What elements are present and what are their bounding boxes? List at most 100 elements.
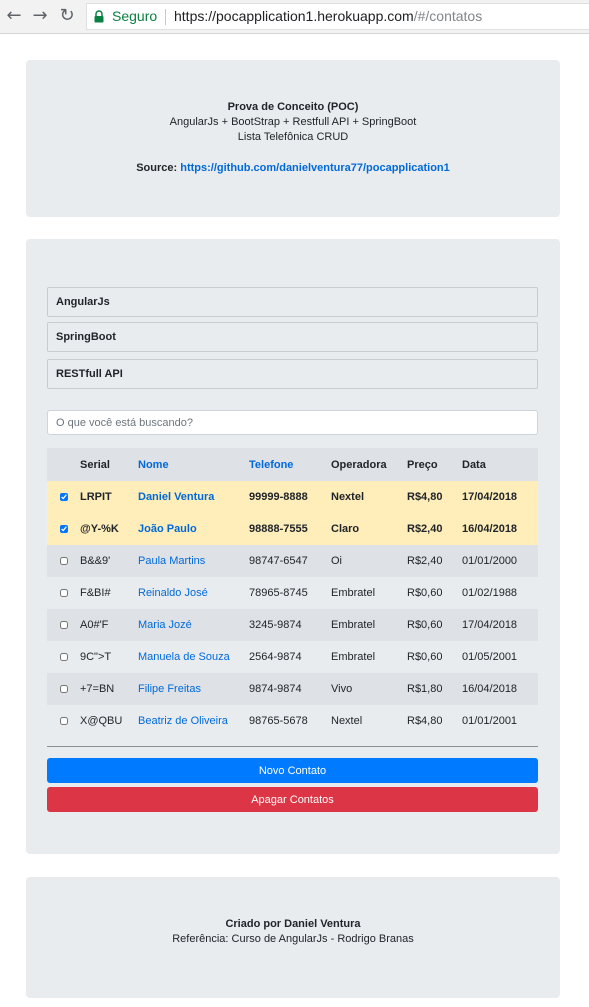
cell-phone: 78965-8745 <box>249 577 331 609</box>
table-row[interactable]: 9C">T Manuela de Souza 2564-9874 Embratel R$… <box>47 641 538 673</box>
accordion-angularjs[interactable]: AngularJs <box>47 287 538 317</box>
url-host: https://pocapplication1.herokuapp.com <box>174 8 414 24</box>
cell-serial: @Y-%K <box>80 513 138 545</box>
url-text: https://pocapplication1.herokuapp.com/#/… <box>174 4 482 29</box>
accordion-springboot[interactable]: SpringBoot <box>47 322 538 352</box>
cell-carrier: Embratel <box>331 609 407 641</box>
header-price: Preço <box>407 448 462 481</box>
cell-phone: 98888-7555 <box>249 513 331 545</box>
cell-carrier: Claro <box>331 513 407 545</box>
table-row[interactable]: @Y-%K João Paulo 98888-7555 Claro R$2,40 16/0… <box>47 513 538 545</box>
cell-carrier: Oi <box>331 545 407 577</box>
header-jumbotron: Prova de Conceito (POC) AngularJs + Boot… <box>26 60 560 217</box>
table-row[interactable]: +7=BN Filipe Freitas 9874-9874 Vivo R$1,80 16… <box>47 673 538 705</box>
cell-carrier: Nextel <box>331 705 407 737</box>
new-contact-button[interactable]: Novo Contato <box>47 758 538 783</box>
row-select-checkbox[interactable] <box>59 589 68 598</box>
cell-serial: LRPIT <box>80 481 138 513</box>
cell-select <box>47 545 80 577</box>
cell-phone: 3245-9874 <box>249 609 331 641</box>
row-select-checkbox[interactable] <box>59 621 68 630</box>
cell-name[interactable]: Beatriz de Oliveira <box>138 705 249 737</box>
header-phone-sort[interactable]: Telefone <box>249 448 331 481</box>
cell-date: 16/04/2018 <box>462 513 538 545</box>
cell-name[interactable]: João Paulo <box>138 513 249 545</box>
cell-date: 01/05/2001 <box>462 641 538 673</box>
cell-name[interactable]: Maria Jozé <box>138 609 249 641</box>
contacts-table: Serial Nome Telefone Operadora Preço Dat… <box>47 448 538 737</box>
cell-select <box>47 513 80 545</box>
cell-price: R$4,80 <box>407 705 462 737</box>
secure-label: Seguro <box>112 8 158 24</box>
accordion-restfull-api[interactable]: RESTfull API <box>47 359 538 389</box>
table-row[interactable]: A0#'F Maria Jozé 3245-9874 Embratel R$0,60 17… <box>47 609 538 641</box>
cell-name[interactable]: Reinaldo José <box>138 577 249 609</box>
cell-serial: B&&9' <box>80 545 138 577</box>
cell-price: R$2,40 <box>407 545 462 577</box>
cell-name[interactable]: Daniel Ventura <box>138 481 249 513</box>
row-select-checkbox[interactable] <box>59 685 68 694</box>
cell-carrier: Nextel <box>331 481 407 513</box>
cell-name[interactable]: Manuela de Souza <box>138 641 249 673</box>
stack-text: AngularJs + BootStrap + Restfull API + S… <box>169 116 417 128</box>
lock-icon <box>94 10 104 23</box>
row-select-checkbox[interactable] <box>59 557 68 566</box>
table-row[interactable]: X@QBU Beatriz de Oliveira 98765-5678 Nextel… <box>47 705 538 737</box>
source-line: Source: https://github.com/danielventura… <box>26 162 560 174</box>
forward-arrow-icon[interactable]: → <box>30 6 50 26</box>
back-arrow-icon[interactable]: ← <box>4 6 24 26</box>
cell-date: 01/01/2000 <box>462 545 538 577</box>
browser-toolbar: ← → ↻ Seguro https://pocapplication1.her… <box>0 0 589 34</box>
cell-serial: +7=BN <box>80 673 138 705</box>
cell-price: R$0,60 <box>407 641 462 673</box>
cell-serial: F&BI# <box>80 577 138 609</box>
address-bar[interactable]: Seguro https://pocapplication1.herokuapp… <box>86 3 589 30</box>
footer-jumbotron: Criado por Daniel Ventura Referência: Cu… <box>26 877 560 998</box>
cell-date: 17/04/2018 <box>462 609 538 641</box>
table-row[interactable]: B&&9' Paula Martins 98747-6547 Oi R$2,40 01/0… <box>47 545 538 577</box>
search-input[interactable] <box>47 410 538 435</box>
cell-phone: 98765-5678 <box>249 705 331 737</box>
table-row[interactable]: F&BI# Reinaldo José 78965-8745 Embratel R$0,… <box>47 577 538 609</box>
cell-phone: 98747-6547 <box>249 545 331 577</box>
footer-reference: Referência: Curso de AngularJs - Rodrigo… <box>172 933 414 945</box>
page-title: Prova de Conceito (POC) <box>227 101 359 113</box>
cell-phone: 99999-8888 <box>249 481 331 513</box>
footer-author: Criado por Daniel Ventura <box>225 918 361 930</box>
cell-name[interactable]: Filipe Freitas <box>138 673 249 705</box>
cell-carrier: Embratel <box>331 641 407 673</box>
main-jumbotron: AngularJs SpringBoot RESTfull API Serial… <box>26 239 560 854</box>
cell-date: 16/04/2018 <box>462 673 538 705</box>
delete-contacts-button[interactable]: Apagar Contatos <box>47 787 538 812</box>
cell-serial: X@QBU <box>80 705 138 737</box>
row-select-checkbox[interactable] <box>59 493 68 502</box>
header-carrier: Operadora <box>331 448 407 481</box>
address-separator <box>165 9 166 25</box>
table-row[interactable]: LRPIT Daniel Ventura 99999-8888 Nextel R$4,8… <box>47 481 538 513</box>
cell-date: 01/01/2001 <box>462 705 538 737</box>
cell-phone: 9874-9874 <box>249 673 331 705</box>
cell-price: R$2,40 <box>407 513 462 545</box>
cell-price: R$0,60 <box>407 609 462 641</box>
cell-price: R$4,80 <box>407 481 462 513</box>
cell-price: R$0,60 <box>407 577 462 609</box>
cell-carrier: Vivo <box>331 673 407 705</box>
source-link[interactable]: https://github.com/danielventura77/pocap… <box>180 162 450 174</box>
header-serial: Serial <box>80 448 138 481</box>
select-column-header <box>47 448 80 481</box>
cell-price: R$1,80 <box>407 673 462 705</box>
row-select-checkbox[interactable] <box>59 653 68 662</box>
cell-phone: 2564-9874 <box>249 641 331 673</box>
header-name-sort[interactable]: Nome <box>138 448 249 481</box>
cell-date: 17/04/2018 <box>462 481 538 513</box>
row-select-checkbox[interactable] <box>59 717 68 726</box>
divider <box>47 746 538 747</box>
row-select-checkbox[interactable] <box>59 525 68 534</box>
cell-date: 01/02/1988 <box>462 577 538 609</box>
cell-serial: A0#'F <box>80 609 138 641</box>
cell-name[interactable]: Paula Martins <box>138 545 249 577</box>
reload-icon[interactable]: ↻ <box>57 6 77 26</box>
page-subtitle: Lista Telefônica CRUD <box>237 131 349 143</box>
header-date: Data <box>462 448 538 481</box>
url-path: /#/contatos <box>413 8 483 24</box>
